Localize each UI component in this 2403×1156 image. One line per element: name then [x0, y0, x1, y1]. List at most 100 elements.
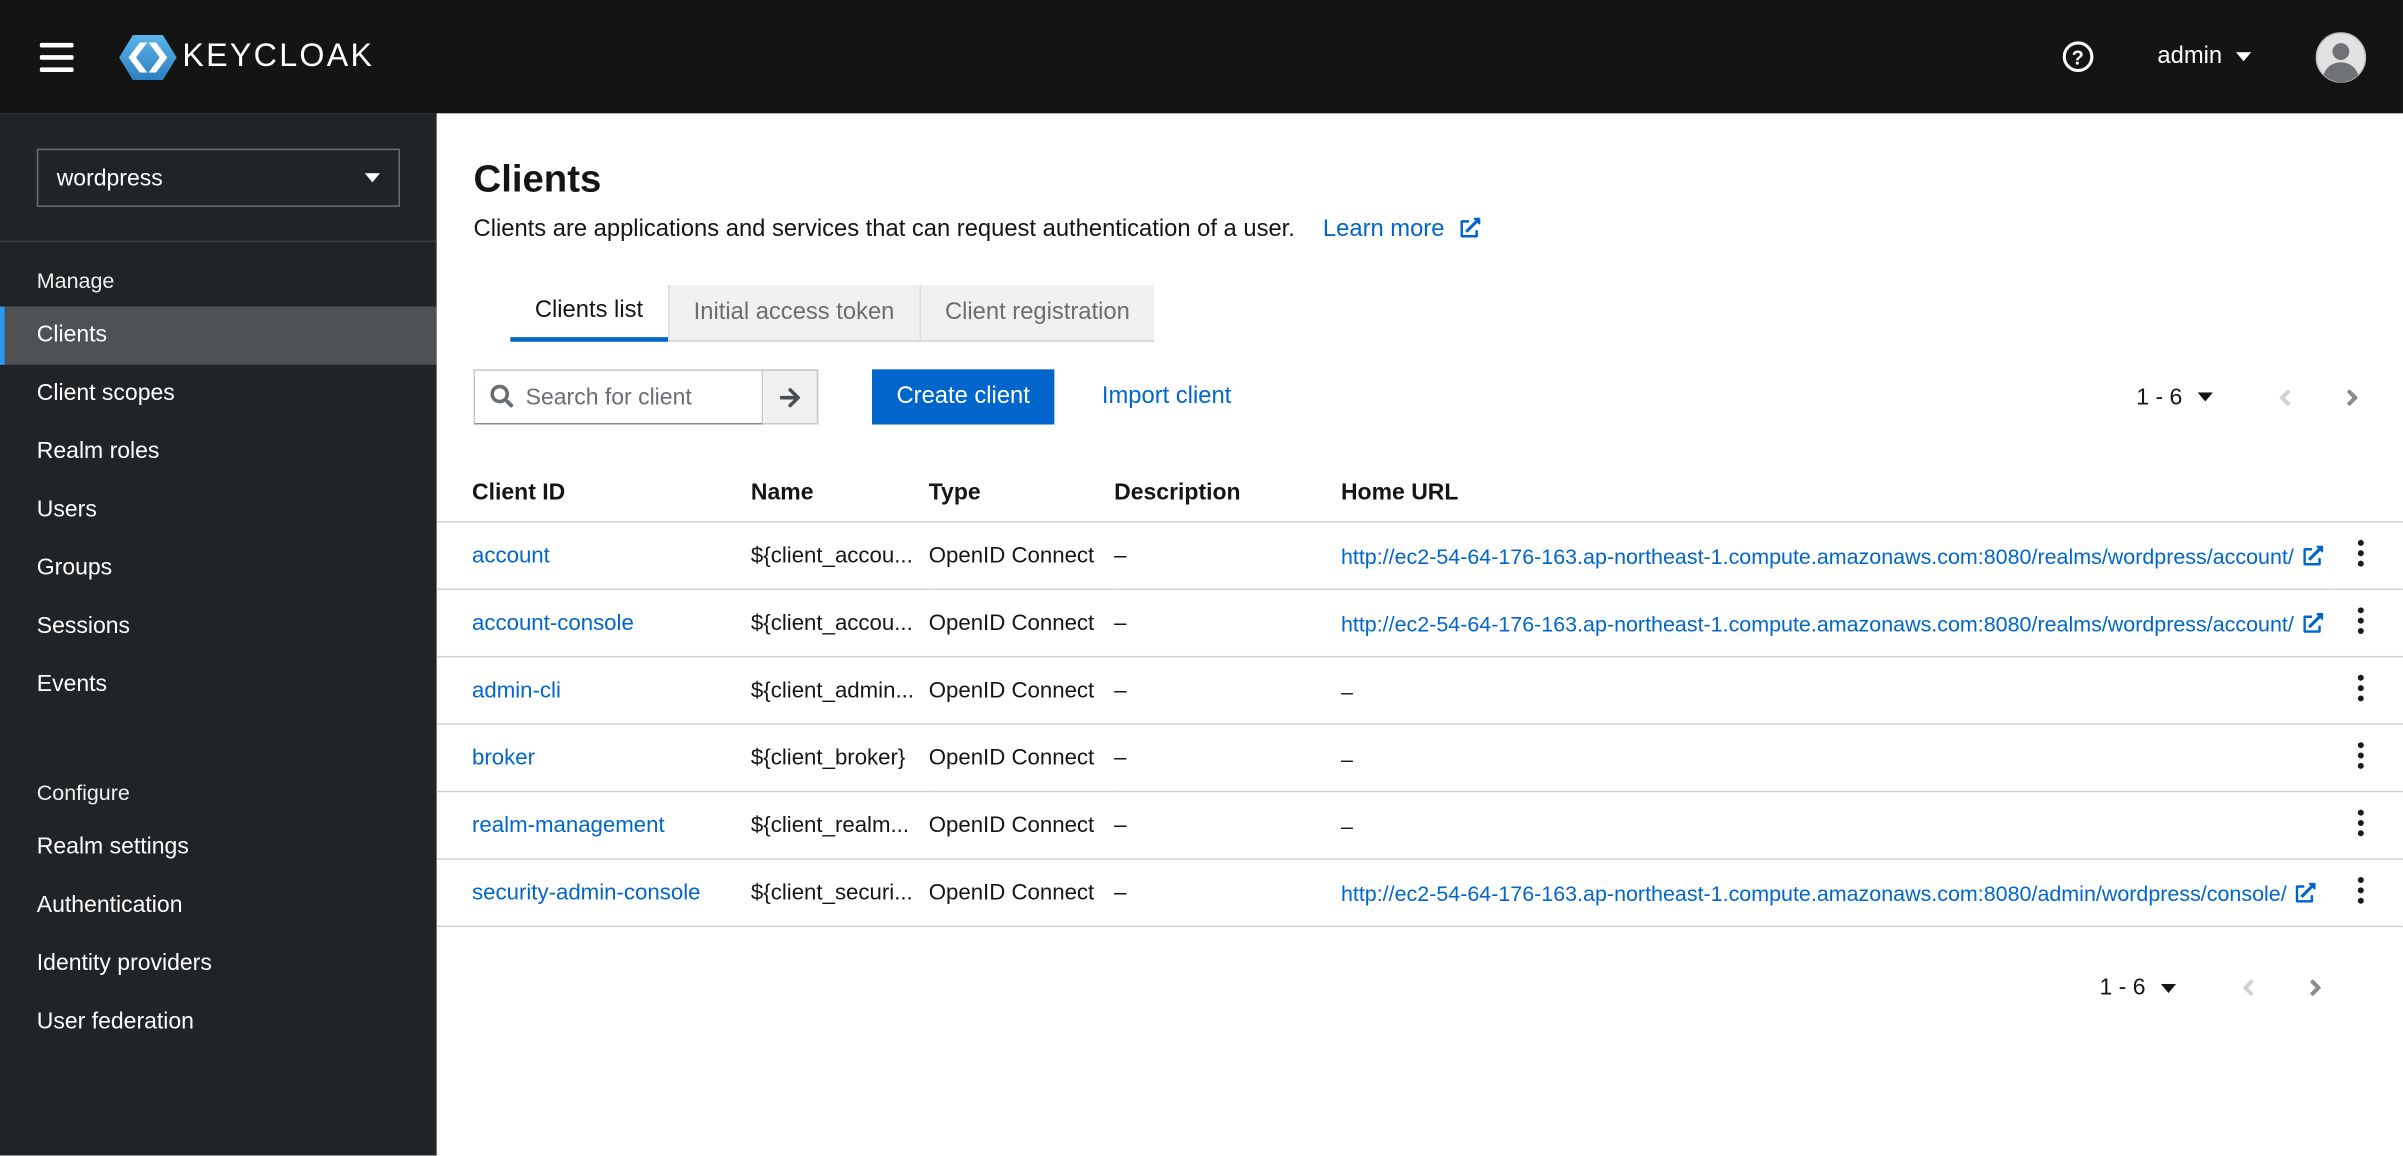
client-type-cell: OpenID Connect [928, 589, 1115, 658]
kebab-menu-button[interactable] [2341, 806, 2379, 844]
external-link-icon [2303, 544, 2323, 565]
client-type-cell: OpenID Connect [928, 791, 1115, 860]
pagination-next-button[interactable] [2339, 378, 2367, 416]
page-header: Clients Clients are applications and ser… [437, 113, 2403, 243]
sidebar-item-user-federation[interactable]: User federation [0, 993, 437, 1051]
import-client-link[interactable]: Import client [1102, 383, 1231, 411]
table-header-row: Client ID Name Type Description Home URL [436, 464, 2403, 523]
client-id-link[interactable]: security-admin-console [472, 880, 700, 905]
tab-clients-list[interactable]: Clients list [510, 285, 668, 342]
table-row: security-admin-console ${client_securi...… [436, 858, 2403, 928]
nav-section-title: Manage [36, 268, 115, 293]
caret-down-icon [2160, 983, 2177, 993]
client-home-url-cell: – [1340, 791, 2330, 860]
client-name-cell: ${client_broker} [750, 724, 929, 793]
create-client-button[interactable]: Create client [871, 369, 1055, 425]
client-id-cell: account [436, 521, 751, 591]
client-name-cell: ${client_realm... [750, 791, 929, 860]
kebab-menu-button[interactable] [2341, 536, 2379, 574]
kebab-menu-button[interactable] [2341, 874, 2379, 912]
client-description-cell: – [1114, 589, 1341, 658]
learn-more-link[interactable]: Learn more [1323, 216, 1481, 242]
kebab-menu-button[interactable] [2341, 739, 2379, 777]
realm-selector[interactable]: wordpress [36, 148, 400, 207]
table-row: account ${client_accou... OpenID Connect – h… [436, 521, 2403, 591]
search-input[interactable] [473, 369, 764, 425]
sidebar-item-client-scopes[interactable]: Client scopes [0, 365, 437, 423]
client-type-cell: OpenID Connect [928, 521, 1115, 591]
client-id-cell: broker [436, 724, 751, 793]
row-actions-cell [2329, 791, 2403, 860]
home-url-link[interactable]: http://ec2-54-64-176-163.ap-northeast-1.… [1341, 543, 2323, 568]
pagination-prev-button[interactable] [2234, 969, 2262, 1007]
arrow-right-icon [779, 387, 801, 407]
pagination-range-label: 1 - 6 [2136, 383, 2183, 410]
client-description-cell: – [1114, 656, 1341, 725]
pagination-next-button[interactable] [2302, 969, 2330, 1007]
menu-icon [39, 42, 74, 47]
sidebar-item-sessions[interactable]: Sessions [0, 598, 437, 656]
clients-table: Client ID Name Type Description Home URL acc… [436, 464, 2403, 928]
client-type-cell: OpenID Connect [928, 656, 1115, 725]
angle-left-icon [2279, 388, 2291, 406]
user-menu-button[interactable]: admin [2157, 42, 2252, 71]
sidebar-item-users[interactable]: Users [0, 481, 437, 539]
main-content: Clients Clients are applications and ser… [436, 113, 2403, 1156]
menu-icon [39, 54, 74, 60]
search-icon [490, 384, 514, 408]
client-id-link[interactable]: admin-cli [472, 678, 561, 703]
row-actions-cell [2329, 656, 2403, 725]
kebab-icon [2357, 674, 2364, 702]
column-header-home-url: Home URL [1340, 464, 2330, 523]
user-avatar-icon[interactable] [2315, 31, 2367, 82]
help-icon: ? [2062, 41, 2094, 73]
current-realm-label: wordpress [56, 164, 163, 191]
external-link-icon [2303, 612, 2323, 633]
brand-text: KEYCLOAK [182, 38, 375, 74]
client-home-url-cell: http://ec2-54-64-176-163.ap-northeast-1.… [1340, 858, 2330, 928]
nav-toggle-button[interactable] [37, 33, 77, 81]
kebab-menu-button[interactable] [2341, 671, 2379, 709]
home-url-link[interactable]: http://ec2-54-64-176-163.ap-northeast-1.… [1341, 611, 2323, 635]
caret-down-icon [364, 173, 381, 183]
keycloak-brand[interactable]: KEYCLOAK [116, 33, 374, 81]
page-description: Clients are applications and services th… [474, 216, 2367, 244]
caret-down-icon [2235, 52, 2252, 62]
pagination-menu-toggle[interactable]: 1 - 6 [2130, 375, 2219, 419]
kebab-icon [2357, 877, 2364, 904]
home-url-link[interactable]: http://ec2-54-64-176-163.ap-northeast-1.… [1341, 880, 2316, 905]
client-description-cell: – [1114, 791, 1341, 860]
sidebar-item-events[interactable]: Events [0, 656, 437, 714]
row-actions-cell [2329, 724, 2403, 793]
search-group [473, 369, 819, 425]
client-id-link[interactable]: realm-management [472, 813, 665, 838]
sidebar-item-identity-providers[interactable]: Identity providers [0, 935, 437, 993]
sidebar-item-realm-roles[interactable]: Realm roles [0, 423, 437, 481]
kebab-icon [2357, 809, 2364, 837]
sidebar-item-authentication[interactable]: Authentication [0, 877, 437, 935]
username-label: admin [2157, 42, 2223, 69]
pagination-prev-button[interactable] [2271, 378, 2299, 416]
tab-client-registration[interactable]: Client registration [918, 285, 1155, 342]
tab-initial-access-token[interactable]: Initial access token [667, 285, 919, 342]
clients-table-body: account ${client_accou... OpenID Connect – h… [436, 521, 2403, 928]
sidebar-item-realm-settings[interactable]: Realm settings [0, 818, 437, 876]
table-row: account-console ${client_accou... OpenID C… [436, 589, 2403, 658]
keycloak-logo-icon [119, 34, 177, 80]
nav-section-manage: Manage Clients Client scopes Realm roles Use… [0, 242, 437, 714]
kebab-menu-button[interactable] [2341, 604, 2379, 642]
client-id-link[interactable]: account-console [472, 611, 634, 636]
table-row: broker ${client_broker} OpenID Connect – – [436, 724, 2403, 793]
sidebar-item-groups[interactable]: Groups [0, 539, 437, 597]
table-row: realm-management ${client_realm... OpenID … [436, 791, 2403, 860]
client-type-cell: OpenID Connect [928, 724, 1115, 793]
kebab-icon [2357, 742, 2364, 769]
sidebar-item-clients[interactable]: Clients [0, 306, 437, 365]
page-title: Clients [473, 157, 602, 201]
help-button[interactable]: ? [2062, 41, 2094, 73]
search-submit-button[interactable] [763, 369, 819, 425]
client-id-link[interactable]: account [472, 543, 550, 568]
row-actions-cell [2329, 589, 2403, 658]
pagination-menu-toggle[interactable]: 1 - 6 [2093, 965, 2182, 1009]
client-id-link[interactable]: broker [472, 746, 535, 771]
